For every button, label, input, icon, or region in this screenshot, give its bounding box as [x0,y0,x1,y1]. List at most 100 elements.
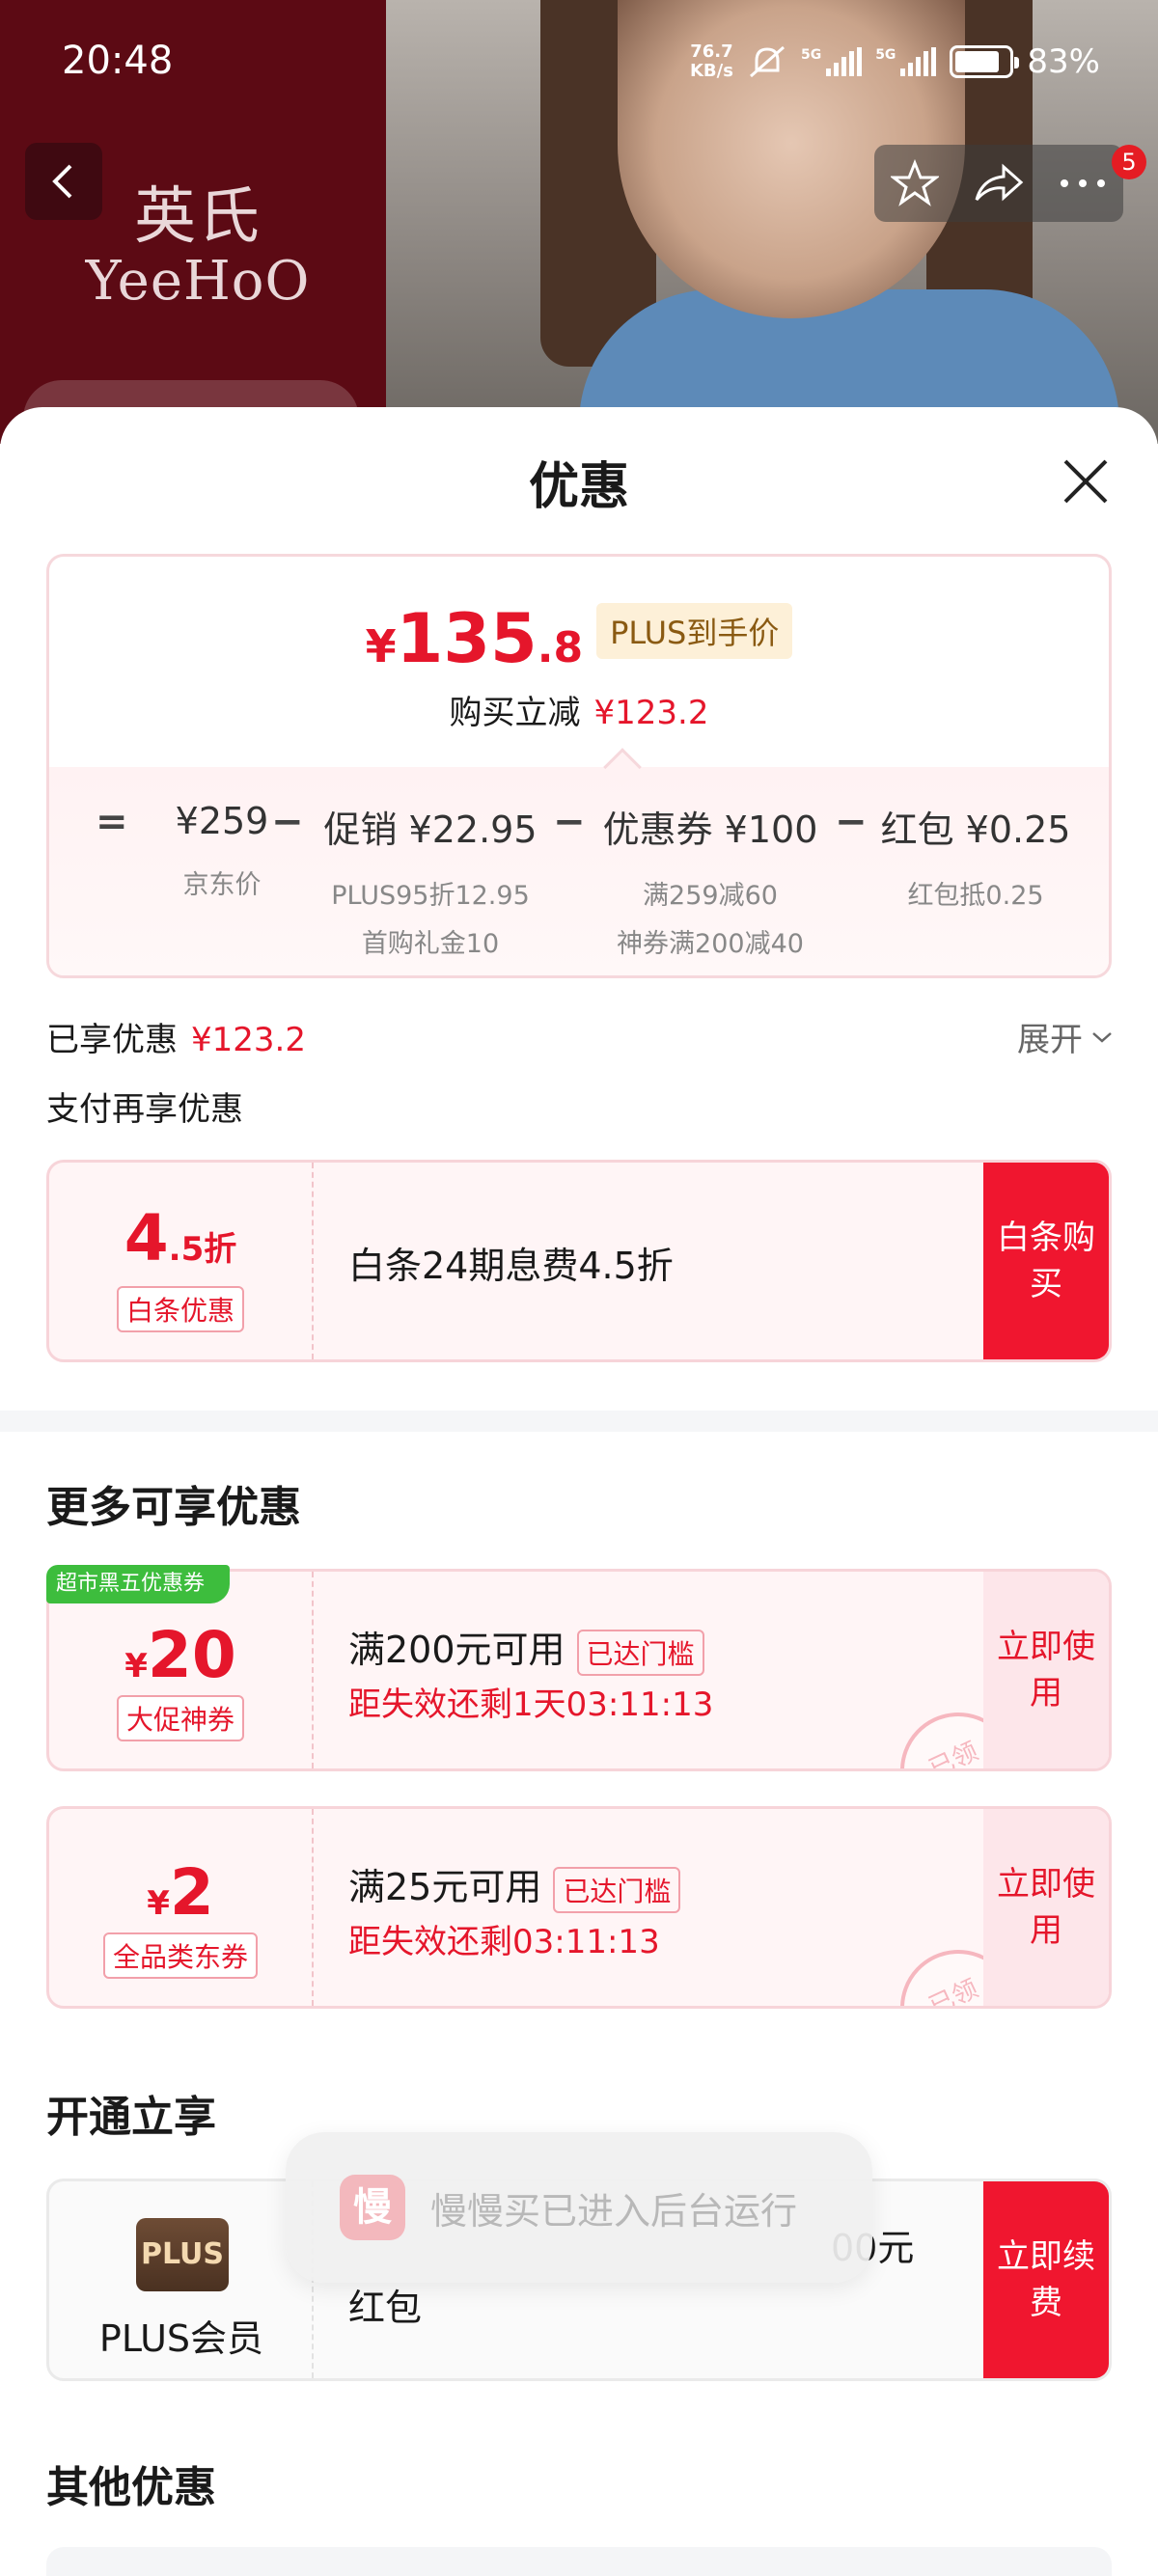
chevron-down-icon [1092,1031,1112,1043]
expand-button[interactable]: 展开 [1017,1013,1114,1060]
coupon-currency: ¥ [147,1884,170,1923]
coupon-card[interactable]: ¥2 全品类东券 满25元可用 已达门槛 距失效还剩03:11:13 已领 立即使… [46,1806,1112,2009]
baitiao-buy-button[interactable]: 白条购买 [983,1163,1109,1359]
breakdown-redpack: 红包 ¥0.25 红包抵0.25 [879,800,1072,920]
brand-logo: 英氏 YeeHoO [68,183,328,313]
share-icon[interactable] [973,161,1025,206]
coupon-amount-value: 2 [169,1855,214,1930]
coupon-corner-tag: 超市黑五优惠券 [46,1565,230,1603]
signal-icon-2: 5G [875,47,937,76]
promo-detail-2: 首购礼金10 [361,929,500,959]
plus-name: PLUS会员 [98,2317,264,2360]
promo-detail-1: PLUS95折12.95 [331,881,530,911]
signal-net-label-2: 5G [875,47,896,63]
plus-benefit-line2: 红包 [348,2287,423,2329]
network-speed: 76.7 KB/s [690,42,733,81]
coupon-currency: ¥ [124,1647,148,1685]
status-icons: 76.7 KB/s 5G 5G 83% [690,42,1100,82]
baitiao-left: 4.5折 白条优惠 [49,1163,314,1359]
network-speed-unit: KB/s [689,61,733,81]
top-action-group [874,145,1123,222]
back-button[interactable] [25,143,102,220]
more-discounts-title: 更多可享优惠 [46,1483,301,1532]
enjoyed-value: ¥123.2 [191,1021,306,1059]
coupon-countdown: 距失效还剩1天03:11:13 [348,1685,714,1724]
sheet-title: 优惠 [528,458,629,516]
coupon-threshold: 满25元可用 已达门槛 [348,1857,681,1913]
status-bar: 20:48 76.7 KB/s 5G 5G 83% [0,0,1158,125]
reached-badge: 已达门槛 [553,1866,681,1913]
reduction-value: ¥123.2 [593,694,709,732]
coupon-amount: ¥20 [49,1618,312,1692]
battery-icon [950,45,1020,78]
expand-label: 展开 [1017,1021,1083,1059]
signal-icon: 5G [800,47,863,76]
minus-sign: − [553,800,586,844]
other-discounts-title: 其他优惠 [46,2463,216,2512]
coupon-left: ¥2 全品类东券 [49,1809,314,2006]
coupon-detail-2: 神券满200减40 [617,929,804,959]
baitiao-amount: 4.5折 [49,1201,312,1275]
minus-sign: − [835,800,868,844]
enjoyed-label: 已享优惠 [46,1021,178,1059]
plus-price-tag: PLUS到手价 [596,603,793,659]
coupon-details: 满259减60 神券满200减40 [599,872,821,969]
more-icon[interactable] [1059,178,1107,189]
purchase-reduction: 购买立减 ¥123.2 [49,686,1109,733]
open-section-title: 开通立享 [46,2093,216,2142]
star-icon[interactable] [891,159,940,207]
signal-net-label: 5G [800,47,822,63]
enjoyed-discount: 已享优惠 ¥123.2 [46,1013,306,1060]
price-breakdown-card: ¥ 135 .8 PLUS到手价 购买立减 ¥123.2 = ¥259 京东价 −… [46,554,1112,978]
price-decimal: .8 [537,623,584,672]
baitiao-amount-dec: .5折 [168,1230,237,1269]
coupon-threshold: 满200元可用 已达门槛 [348,1620,704,1676]
breakdown-promo: 促销 ¥22.95 PLUS95折12.95 首购礼金10 [319,800,541,969]
redpack-detail: 红包抵0.25 [907,881,1044,911]
use-now-button[interactable]: 立即使用 [983,1572,1109,1768]
final-price-block: ¥ 135 .8 PLUS到手价 购买立减 ¥123.2 [49,557,1109,767]
baitiao-amount-int: 4 [124,1201,169,1275]
baitiao-card[interactable]: 4.5折 白条优惠 白条24期息费4.5折 白条购买 [46,1160,1112,1362]
section-divider [0,1411,1158,1432]
close-icon[interactable] [1052,448,1119,515]
status-time: 20:48 [62,39,174,83]
app-logo-icon: 慢 [340,2175,405,2240]
pay-more-title: 支付再享优惠 [46,1090,243,1129]
notification-badge: 5 [1112,145,1146,179]
network-speed-value: 76.7 [690,41,733,62]
promo-value: 促销 ¥22.95 [323,808,538,851]
redpack-value: 红包 ¥0.25 [880,808,1071,851]
equals-sign: = [96,800,128,844]
price-integer: 135 [396,599,538,678]
mute-bell-icon [749,45,785,78]
brand-logo-cn: 英氏 [134,181,262,253]
breakdown-coupon: 优惠券 ¥100 满259减60 神券满200减40 [599,800,821,969]
toast-text: 慢慢买已进入后台运行 [430,2189,798,2233]
renew-button[interactable]: 立即续费 [983,2181,1109,2378]
baitiao-tag: 白条优惠 [116,1286,245,1332]
reduction-label: 购买立减 [449,694,581,732]
coupon-type-tag: 大促神券 [116,1695,245,1741]
brand-logo-en: YeeHoO [85,250,311,313]
battery-percent: 83% [1027,42,1100,81]
coupon-threshold-text: 满25元可用 [348,1866,542,1908]
coupon-value: 优惠券 ¥100 [602,808,818,851]
background-run-toast: 慢 慢慢买已进入后台运行 [286,2132,872,2283]
other-discount-card [46,2547,1112,2576]
coupon-type-tag: 全品类东券 [102,1932,259,1979]
minus-sign: − [271,800,304,844]
promo-details: PLUS95折12.95 首购礼金10 [319,872,541,969]
chevron-left-icon [52,164,72,199]
jd-price-label: 京东价 [182,870,262,900]
final-price: ¥ 135 .8 PLUS到手价 [49,599,1109,678]
price-currency: ¥ [365,620,397,672]
use-now-button[interactable]: 立即使用 [983,1809,1109,2006]
coupon-amount-value: 20 [147,1618,236,1692]
coupon-amount: ¥2 [49,1855,312,1930]
plus-left: PLUS PLUS会员 [49,2181,314,2378]
coupon-threshold-text: 满200元可用 [348,1629,565,1671]
baitiao-desc: 白条24期息费4.5折 [348,1245,674,1287]
plus-logo: PLUS [136,2218,229,2291]
coupon-countdown: 距失效还剩03:11:13 [348,1923,660,1961]
